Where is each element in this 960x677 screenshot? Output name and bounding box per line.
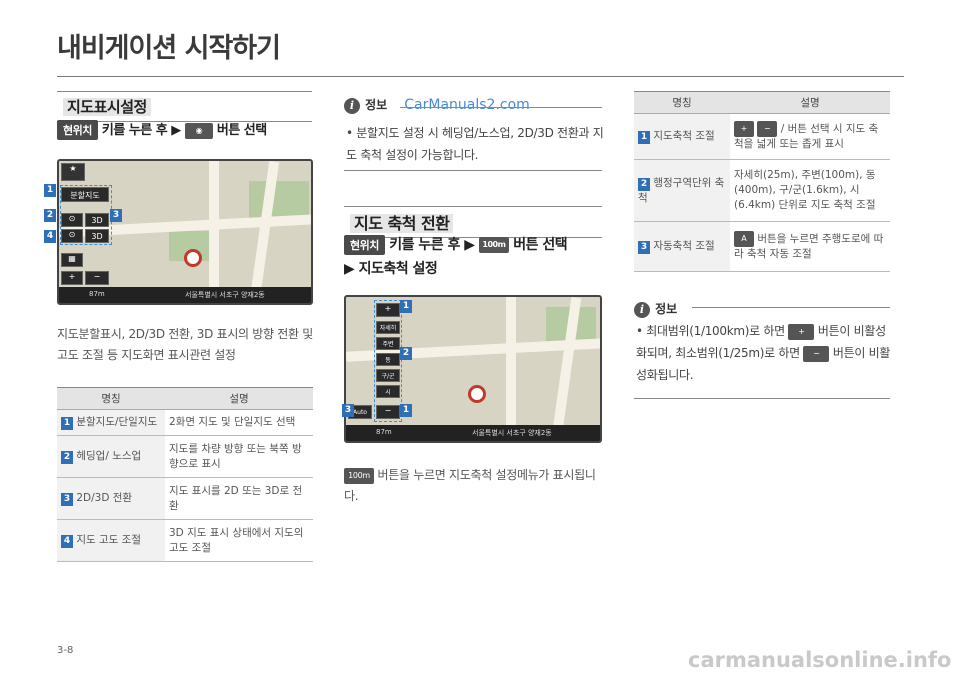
current-location-key: 현위치 bbox=[344, 235, 385, 255]
map-icon: ▦ bbox=[61, 253, 83, 267]
callout-4: 4 bbox=[44, 230, 56, 243]
callout-1: 1 bbox=[400, 300, 412, 313]
callout-1: 1 bbox=[44, 184, 56, 197]
table-header-desc: 설명 bbox=[730, 91, 890, 114]
zoom-in-icon: + bbox=[61, 271, 83, 285]
map-screenshot-2: + 자세히 주변 동 구/군 시 − Auto 87m 서울특별시 서초구 양재… bbox=[344, 295, 602, 443]
settings-table: 명칭 설명 1 분할지도/단일지도 2화면 지도 및 단일지도 선택 2 헤딩업… bbox=[57, 387, 313, 562]
info2-bullet: • 최대범위(1/100km)로 하면 + 버튼이 비활성화되며, 최소범위(1… bbox=[636, 323, 891, 382]
table-row: 3 2D/3D 전환 지도 표시를 2D 또는 3D로 전환 bbox=[57, 477, 313, 520]
scale-button-icon: 100m bbox=[344, 467, 374, 484]
scale-table: 명칭 설명 1 지도축척 조절 + − / 버튼 선택 시 지도 축척을 넓게 … bbox=[634, 91, 890, 272]
section2-sub-instruction: ▶ 지도축척 설정 bbox=[344, 261, 438, 277]
map-status-bar: 87m 서울특별시 서초구 양재2동 bbox=[59, 287, 311, 303]
auto-scale-icon: A bbox=[734, 231, 754, 247]
zoom-in-icon: + bbox=[788, 323, 815, 340]
info-divider bbox=[634, 398, 890, 399]
map-settings-button-icon: ◉ bbox=[184, 122, 213, 139]
map-screenshot-1: ★ 분할지도 ⊙ 3D ⊙ 3D ▦ + − 87m 서울특별시 서초구 양재2… bbox=[57, 159, 313, 305]
info-box-1: i 정보 CarManuals2.com bbox=[344, 94, 602, 114]
callout-highlight-box bbox=[374, 300, 402, 422]
title-divider bbox=[57, 76, 904, 77]
zoom-out-icon: − bbox=[757, 121, 778, 137]
current-location-key: 현위치 bbox=[57, 120, 98, 140]
zoom-out-icon: − bbox=[85, 271, 109, 285]
callout-2: 2 bbox=[44, 209, 56, 222]
table-row: 4 지도 고도 조절 3D 지도 표시 상태에서 지도의 고도 조절 bbox=[57, 519, 313, 562]
info-box-2: i 정보 bbox=[634, 298, 892, 318]
section2-note: 100m 버튼을 누르면 지도축척 설정메뉴가 표시됩니다. bbox=[344, 467, 596, 503]
favorite-icon: ★ bbox=[61, 163, 85, 181]
callout-1b: 1 bbox=[400, 404, 412, 417]
section1-instruction: 현위치 키를 누른 후 ▶ ◉ 버튼 선택 bbox=[57, 119, 267, 140]
table-row: 2 행정구역단위 축척 자세히(25m), 주변(100m), 동(400m),… bbox=[634, 159, 890, 222]
table-row: 3 자동축척 조절 A 버튼을 누르면 주행도로에 따라 축척 자동 조절 bbox=[634, 221, 890, 272]
info-icon: i bbox=[344, 98, 360, 114]
watermark-site: carmanualsonline.info bbox=[688, 648, 952, 672]
table-header-name: 명칭 bbox=[57, 387, 165, 410]
current-position-marker bbox=[184, 249, 202, 267]
table-header-name: 명칭 bbox=[634, 91, 730, 114]
table-row: 1 분할지도/단일지도 2화면 지도 및 단일지도 선택 bbox=[57, 409, 313, 436]
info-divider bbox=[344, 170, 602, 171]
info-rule bbox=[692, 307, 890, 308]
callout-3: 3 bbox=[342, 404, 354, 417]
callout-2: 2 bbox=[400, 347, 412, 360]
page-title: 내비게이션 시작하기 bbox=[57, 33, 281, 64]
info-rule bbox=[400, 107, 602, 108]
callout-3: 3 bbox=[110, 209, 122, 222]
zoom-out-icon: − bbox=[803, 345, 830, 362]
info1-bullet: • 분할지도 설정 시 헤딩업/노스업, 2D/3D 전환과 지도 축척 설정이… bbox=[346, 126, 604, 162]
current-position-marker bbox=[468, 385, 486, 403]
zoom-in-icon: + bbox=[734, 121, 754, 137]
table-header-desc: 설명 bbox=[165, 387, 313, 410]
callout-highlight-box bbox=[60, 185, 112, 245]
section1-description: 지도분할표시, 2D/3D 전환, 3D 표시의 방향 전환 및 고도 조절 등… bbox=[57, 327, 314, 362]
table-row: 1 지도축척 조절 + − / 버튼 선택 시 지도 축척을 넓게 또는 좁게 … bbox=[634, 113, 890, 160]
page-number: 3-8 bbox=[57, 645, 74, 656]
scale-button: 100m bbox=[478, 237, 509, 253]
info-icon: i bbox=[634, 302, 650, 318]
table-row: 2 헤딩업/ 노스업 지도를 차량 방향 또는 북쪽 방향으로 표시 bbox=[57, 435, 313, 478]
section2-instruction: 현위치 키를 누른 후 ▶ 100m 버튼 선택 bbox=[344, 234, 568, 255]
map-status-bar: 87m 서울특별시 서초구 양재2동 bbox=[346, 425, 600, 441]
section1-heading: 지도표시설정 bbox=[57, 91, 312, 122]
watermark-carmanuals: CarManuals2.com bbox=[404, 97, 530, 113]
